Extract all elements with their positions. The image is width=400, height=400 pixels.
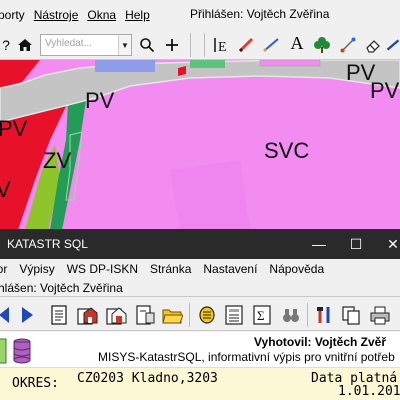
main-menubar: porty Nástroje Okna Help Přihlášen: Vojt… [0,0,400,30]
okres-value: CZ0203 Kladno,3203 [77,371,218,386]
play-icon[interactable] [16,304,38,326]
back-arrow-icon[interactable] [0,304,14,326]
map-label-svc: SVC [264,138,310,163]
katastr-menubar: bor Výpisy WS DP-ISKN Stránka Nastavení … [0,260,400,278]
list-icon[interactable] [223,304,245,326]
search-icon[interactable] [137,35,157,55]
measure-icon[interactable] [338,35,358,55]
print-preview-icon[interactable] [134,304,156,326]
toolbar-separator [204,33,205,57]
map-label-zv: ZV [43,148,72,173]
login-status: Přihlášen: Vojtěch Zvěřina [190,7,330,21]
svg-text:Σ: Σ [257,308,265,323]
sum-icon[interactable]: Σ [251,304,273,326]
add-icon[interactable] [162,35,182,55]
svg-text:E: E [218,40,227,54]
parcel-tint [170,160,250,230]
minimize-button[interactable]: — [304,233,334,255]
map-canvas [0,60,400,230]
report-subtitle: MISYS-KatastrSQL, informativní výpis pro… [98,350,395,364]
binoculars-icon[interactable] [280,304,302,326]
database-icon [12,338,32,364]
map-label-v: V [0,177,11,202]
okres-label: OKRES: [12,376,59,391]
print-icon[interactable] [369,304,391,326]
menu-help[interactable]: Help [125,8,150,22]
report-author: Vyhotovil: Vojtěch Zvěř [254,335,387,349]
menu-nastaveni[interactable]: Nastavení [203,262,257,276]
pencil-icon[interactable] [236,35,256,55]
text-icon[interactable]: A [287,33,307,53]
home-icon[interactable] [14,35,36,55]
pen-icon[interactable] [386,35,400,55]
report-data-row: OKRES: CZ0203 Kladno,3203 Data platná k … [0,368,400,400]
maximize-button[interactable]: ☐ [341,233,371,255]
menu-stranka[interactable]: Stránka [150,262,191,276]
report-header: Vyhotovil: Vojtěch Zvěř MISYS-KatastrSQL… [0,332,400,368]
window-titlebar[interactable]: KATASTR SQL — ☐ ✕ [0,229,400,259]
parcel-blue [95,60,155,72]
map-label-pv: PV [0,116,28,141]
katastr-window: KATASTR SQL — ☐ ✕ bor Výpisy WS DP-ISKN … [0,229,400,400]
document-icon[interactable] [48,304,70,326]
toolbar-separator [307,303,308,327]
tree-icon[interactable] [312,35,332,55]
toolbar-separator [190,33,191,57]
folder-icon[interactable] [161,304,183,326]
tools-icon[interactable] [313,304,335,326]
menu-reporty[interactable]: porty [0,8,25,22]
menu-vypisy[interactable]: Výpisy [19,262,54,276]
katastr-login-status: hlášen: Vojtěch Zvěřina [0,279,400,297]
text-edit-icon[interactable]: E [211,35,231,55]
menu-soubor[interactable]: bor [0,262,7,276]
chevron-down-icon[interactable]: ▼ [118,35,131,55]
katastr-toolbar: Σ [0,299,400,331]
eraser-icon[interactable] [363,35,383,55]
data-platna-value: 1.01.2018 [338,384,400,399]
copy-icon[interactable] [340,304,362,326]
menu-okna[interactable]: Okna [87,8,116,22]
map-view[interactable]: PV PV PV PV ZV SVC V [0,60,400,230]
coin-icon[interactable] [196,304,218,326]
map-label-pv: PV [370,78,400,103]
toolbar-separator [189,303,190,327]
parcel-green-small [190,60,225,68]
map-label-pv: PV [85,88,115,113]
login-text: hlášen: Vojtěch Zvěřina [0,281,123,295]
menu-ws-dp-iskn[interactable]: WS DP-ISKN [67,262,138,276]
help-icon[interactable]: ? [0,35,12,55]
house2-icon[interactable] [105,304,127,326]
menu-nastroje[interactable]: Nástroje [34,8,79,22]
parcel-pink-small [259,60,321,67]
house-icon[interactable] [76,304,98,326]
line-icon[interactable] [261,35,281,55]
report-icon-green [0,338,8,364]
menu-napoveda[interactable]: Nápověda [269,262,324,276]
close-button[interactable]: ✕ [378,233,400,255]
window-title: KATASTR SQL [7,237,88,251]
